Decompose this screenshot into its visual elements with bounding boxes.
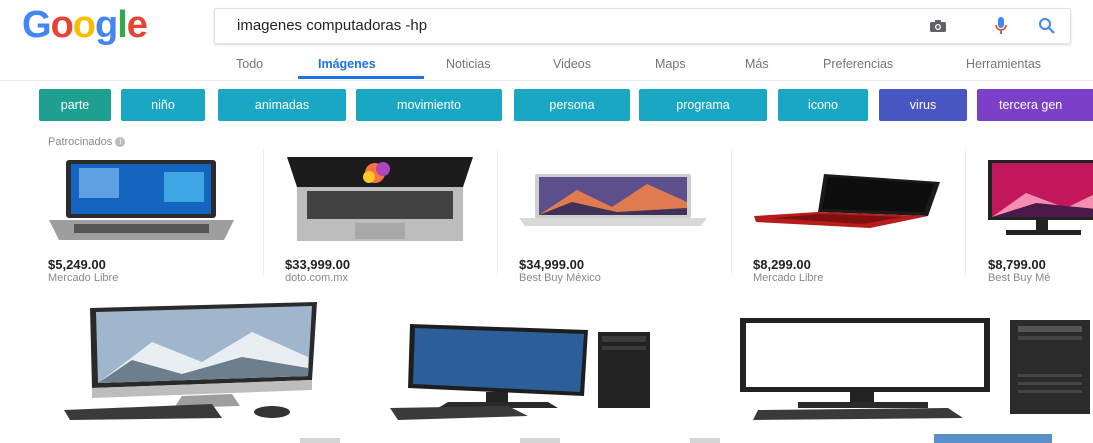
- product-store[interactable]: doto.com.mx: [285, 272, 348, 284]
- tab-mas[interactable]: Más: [745, 57, 769, 71]
- chip-tercera-gen[interactable]: tercera gen: [977, 89, 1093, 121]
- logo-letter: o: [72, 4, 96, 46]
- search-box[interactable]: imagenes computadoras -hp: [214, 8, 1071, 44]
- chip-icono[interactable]: icono: [778, 89, 868, 121]
- search-icon[interactable]: [1036, 15, 1058, 37]
- microphone-icon[interactable]: [990, 15, 1012, 37]
- logo-letter: g: [95, 4, 118, 46]
- product-image-monitor-5[interactable]: [986, 158, 1093, 240]
- product-price: $8,299.00: [753, 257, 811, 272]
- info-icon[interactable]: i: [115, 137, 126, 148]
- product-price: $33,999.00: [285, 257, 351, 272]
- tab-imagenes[interactable]: Imágenes: [318, 57, 376, 71]
- tab-herramientas[interactable]: Herramientas: [966, 57, 1041, 71]
- chip-movimiento[interactable]: movimiento: [356, 89, 502, 121]
- product-image-laptop-2[interactable]: [285, 155, 475, 243]
- sponsored-text: Patrocinados: [48, 136, 113, 148]
- image-result-partial[interactable]: [300, 438, 340, 443]
- product-store[interactable]: Best Buy México: [519, 272, 601, 284]
- image-result-partial[interactable]: [690, 438, 720, 443]
- product-divider: [263, 150, 264, 275]
- product-store[interactable]: Mercado Libre: [48, 272, 118, 284]
- chip-persona[interactable]: persona: [514, 89, 630, 121]
- logo-letter: G: [22, 4, 52, 46]
- logo-letter: o: [50, 4, 74, 46]
- product-store[interactable]: Best Buy Mé: [988, 272, 1093, 284]
- tab-todo[interactable]: Todo: [236, 57, 263, 71]
- tab-preferencias[interactable]: Preferencias: [823, 57, 893, 71]
- product-image-laptop-1[interactable]: [44, 158, 239, 242]
- chip-programa[interactable]: programa: [639, 89, 767, 121]
- tab-maps[interactable]: Maps: [655, 57, 686, 71]
- search-input[interactable]: imagenes computadoras -hp: [237, 17, 427, 34]
- product-divider: [965, 150, 966, 275]
- google-logo[interactable]: Google: [22, 4, 148, 47]
- chip-animadas[interactable]: animadas: [218, 89, 346, 121]
- image-result-partial[interactable]: [934, 434, 1052, 443]
- search-tabs: Todo Imágenes Noticias Videos Maps Más P…: [0, 57, 1093, 79]
- chip-nino[interactable]: niño: [121, 89, 205, 121]
- product-divider: [497, 150, 498, 275]
- tab-noticias[interactable]: Noticias: [446, 57, 490, 71]
- product-price: $8,799.00: [988, 257, 1046, 272]
- logo-letter: l: [117, 4, 128, 46]
- camera-icon[interactable]: [927, 15, 949, 37]
- product-price: $5,249.00: [48, 257, 106, 272]
- chip-parte[interactable]: parte: [39, 89, 111, 121]
- suggestion-chips: parte niño animadas movimiento persona p…: [0, 89, 1093, 121]
- product-price: $34,999.00: [519, 257, 585, 272]
- image-result-partial[interactable]: [520, 438, 560, 443]
- tabs-divider: [0, 80, 1093, 81]
- product-image-laptop-4[interactable]: [752, 172, 944, 230]
- image-result-desktop-tower[interactable]: [388, 316, 708, 422]
- image-result-monitor-tower[interactable]: [738, 314, 1093, 422]
- logo-letter: e: [126, 4, 148, 46]
- active-tab-indicator: [298, 76, 424, 79]
- chip-virus[interactable]: virus: [879, 89, 967, 121]
- product-divider: [731, 150, 732, 275]
- image-result-all-in-one-pc[interactable]: [62, 302, 322, 420]
- product-store[interactable]: Mercado Libre: [753, 272, 823, 284]
- product-image-laptop-3[interactable]: [517, 172, 709, 230]
- tab-videos[interactable]: Videos: [553, 57, 591, 71]
- sponsored-label: Patrocinados i: [48, 136, 126, 148]
